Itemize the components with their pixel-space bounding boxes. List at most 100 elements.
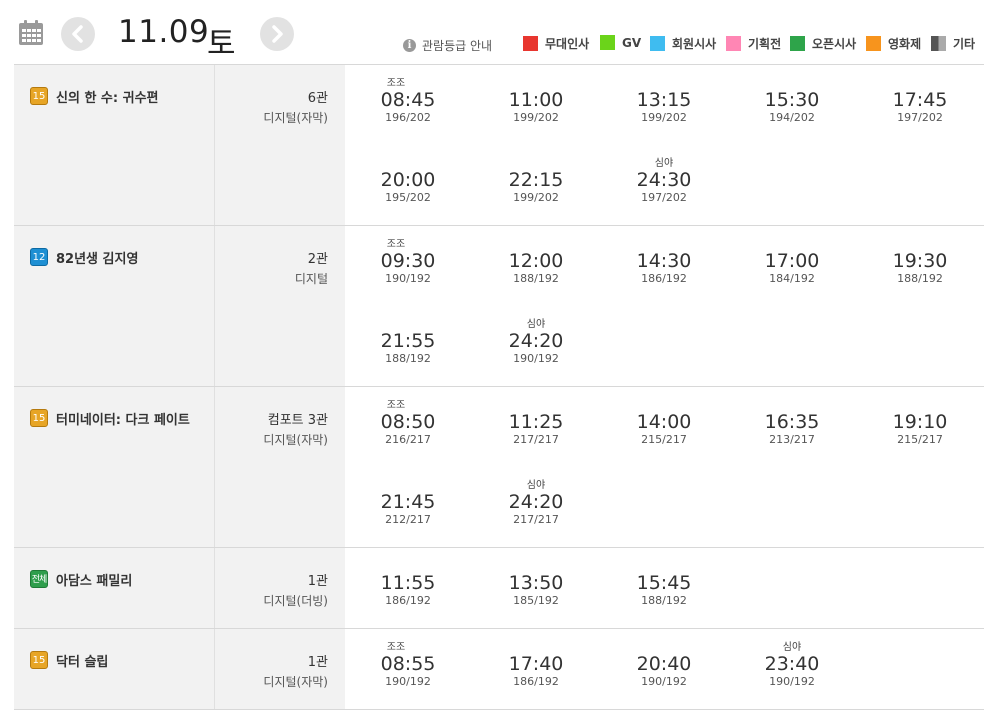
showtime-tag: 조조 [386,239,406,250]
showtime-time: 08:50 [380,411,436,433]
movie-title-cell: 15 터미네이터: 다크 페이트 [14,387,214,547]
seat-availability: 199/202 [513,191,559,204]
hall-cell: 컴포트 3관 디지털(자막) [214,387,345,547]
showtime-slot[interactable]: 11:00 199/202 [496,89,576,124]
hall-name: 2관 [307,252,328,267]
showtime-tag: 조조 [386,78,406,89]
rating-info-label: 관람등급 안내 [422,39,493,53]
movie-title-cell: 15 신의 한 수: 귀수편 [14,65,214,225]
showtime-slot[interactable]: 조조 08:50 216/217 [368,400,448,446]
showtime-slot[interactable]: 17:40 186/192 [496,653,576,688]
showtime-slot[interactable]: 22:15 199/202 [496,169,576,204]
showtime-slot[interactable]: 심야 24:20 190/192 [496,319,576,365]
showtime-slot[interactable]: 13:50 185/192 [496,572,576,607]
movie-title[interactable]: 터미네이터: 다크 페이트 [56,409,190,428]
legend-swatch [866,36,881,51]
movie-title-cell: 전체 아담스 패밀리 [14,548,214,628]
showtime-time: 21:45 [380,491,436,513]
screen-format: 디지털(더빙) [263,594,328,608]
showtime-time: 09:30 [380,250,436,272]
showtime-slot[interactable]: 조조 09:30 190/192 [368,239,448,285]
seat-availability: 195/202 [385,191,431,204]
showtime-slot[interactable]: 조조 08:55 190/192 [368,642,448,688]
showtime-slot[interactable]: 심야 24:20 217/217 [496,480,576,526]
showtime-time: 13:15 [636,89,692,111]
seat-availability: 190/192 [641,675,687,688]
seat-availability: 190/192 [513,352,559,365]
movie-title[interactable]: 신의 한 수: 귀수편 [56,87,159,106]
showtime-slot[interactable]: 20:40 190/192 [624,653,704,688]
showtime-time: 17:40 [508,653,564,675]
showtime-slot[interactable]: 심야 23:40 190/192 [752,642,832,688]
legend-item: 회원시사 [650,35,716,52]
seat-availability: 197/202 [897,111,943,124]
movie-row: 15 신의 한 수: 귀수편 6관 디지털(자막) 조조 08:45 196/202 11:0… [14,65,984,226]
showtime-slot[interactable]: 20:00 195/202 [368,169,448,204]
prev-date-button[interactable] [61,17,95,51]
showtime-slot[interactable]: 11:25 217/217 [496,411,576,446]
showtime-slot[interactable]: 13:15 199/202 [624,89,704,124]
seat-availability: 184/192 [769,272,815,285]
showtime-slot[interactable]: 조조 08:45 196/202 [368,78,448,124]
hall-cell: 1관디지털(자막) [214,629,345,709]
showtime-slot[interactable]: 19:30 188/192 [880,250,960,285]
seat-availability: 215/217 [897,433,943,446]
showtime-tag: 심야 [654,158,674,169]
legend-swatch [650,36,665,51]
showtime-slot[interactable]: 12:00 188/192 [496,250,576,285]
schedule-header: 11.09 토 i 관람등급 안내 무대인사 GV 회원시사 기획전 오픈시사 영화제 기타 [0,0,998,64]
screen-format: 디지털 [294,272,328,286]
legend-label: 무대인사 [545,37,590,51]
showtime-time: 20:00 [380,169,436,191]
seat-availability: 186/192 [641,272,687,285]
showtime-slot[interactable]: 21:55 188/192 [368,330,448,365]
legend-swatch [931,36,946,51]
selected-day: 토 [207,26,236,62]
movie-title[interactable]: 닥터 슬립 [56,651,108,670]
selected-date: 11.09 [118,14,210,50]
showtime-time: 19:30 [892,250,948,272]
seat-availability: 213/217 [769,433,815,446]
legend-item: 오픈시사 [790,35,856,52]
movie-title[interactable]: 82년생 김지영 [56,248,138,267]
hall-cell: 1관 디지털(더빙) [214,548,345,628]
showtime-slot[interactable]: 16:35 213/217 [752,411,832,446]
showtime-slot[interactable]: 15:45 188/192 [624,572,704,607]
seat-availability: 199/202 [641,111,687,124]
next-date-button[interactable] [260,17,294,51]
showtime-slot[interactable]: 14:30 186/192 [624,250,704,285]
rating-info-link[interactable]: i 관람등급 안내 [403,37,492,54]
showtime-time: 13:50 [508,572,564,594]
movie-title[interactable]: 아담스 패밀리 [56,570,132,589]
seat-availability: 188/192 [385,352,431,365]
showtime-slot[interactable]: 17:45 197/202 [880,89,960,124]
calendar-icon[interactable] [18,20,44,46]
hall-name: 6관 [307,91,328,106]
showtime-slot[interactable]: 21:45 212/217 [368,491,448,526]
seat-availability: 196/202 [385,111,431,124]
showtime-slot[interactable]: 14:00 215/217 [624,411,704,446]
showtime-slot[interactable]: 19:10 215/217 [880,411,960,446]
legend-label: 회원시사 [672,37,717,51]
showtime-time: 20:40 [636,653,692,675]
showtime-slot[interactable]: 15:30 194/202 [752,89,832,124]
legend-swatch [523,36,538,51]
screen-format: 디지털(자막) [263,675,328,689]
showtime-time: 11:00 [508,89,564,111]
hall-cell: 2관디지털 [214,226,345,386]
movie-title-cell: 12 82년생 김지영 [14,226,214,386]
seat-availability: 190/192 [385,272,431,285]
chevron-left-icon [72,25,83,43]
seat-availability: 217/217 [513,513,559,526]
showtime-time: 16:35 [764,411,820,433]
showtime-time: 11:25 [508,411,564,433]
showtime-slot[interactable]: 11:55 186/192 [368,572,448,607]
hall-name: 1관 [307,655,328,670]
showtime-time: 22:15 [508,169,564,191]
movie-row: 15 닥터 슬립 1관디지털(자막) 조조 08:55 190/192 17:40 186/1… [14,629,984,710]
rating-badge: 15 [30,651,48,669]
showtime-slot[interactable]: 17:00 184/192 [752,250,832,285]
seat-availability: 190/192 [385,675,431,688]
showtime-time: 14:00 [636,411,692,433]
showtime-slot[interactable]: 심야 24:30 197/202 [624,158,704,204]
